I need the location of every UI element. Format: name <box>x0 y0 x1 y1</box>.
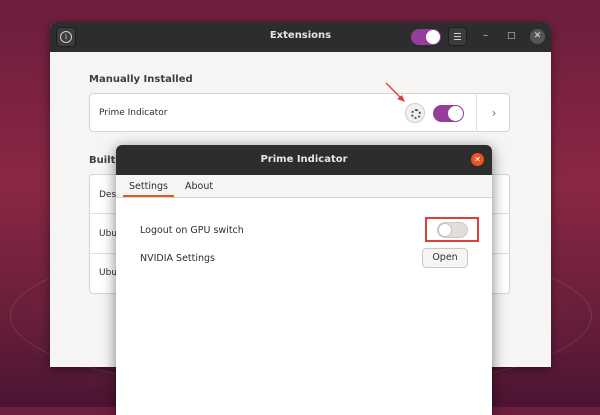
dialog-close-button[interactable]: ✕ <box>471 153 484 166</box>
toggle-knob <box>438 223 452 237</box>
dialog-title: Prime Indicator <box>260 154 348 165</box>
tab-settings[interactable]: Settings <box>129 181 168 192</box>
dialog-headerbar: Prime Indicator ✕ <box>116 145 492 175</box>
tab-about[interactable]: About <box>185 181 213 192</box>
logout-on-gpu-switch-toggle[interactable] <box>437 222 468 238</box>
logout-option-label: Logout on GPU switch <box>140 225 244 236</box>
active-tab-indicator <box>123 195 174 197</box>
open-nvidia-settings-button[interactable]: Open <box>422 248 468 268</box>
prime-indicator-dialog: Prime Indicator ✕ Settings About Logout … <box>116 145 492 415</box>
nvidia-settings-label: NVIDIA Settings <box>140 253 216 264</box>
